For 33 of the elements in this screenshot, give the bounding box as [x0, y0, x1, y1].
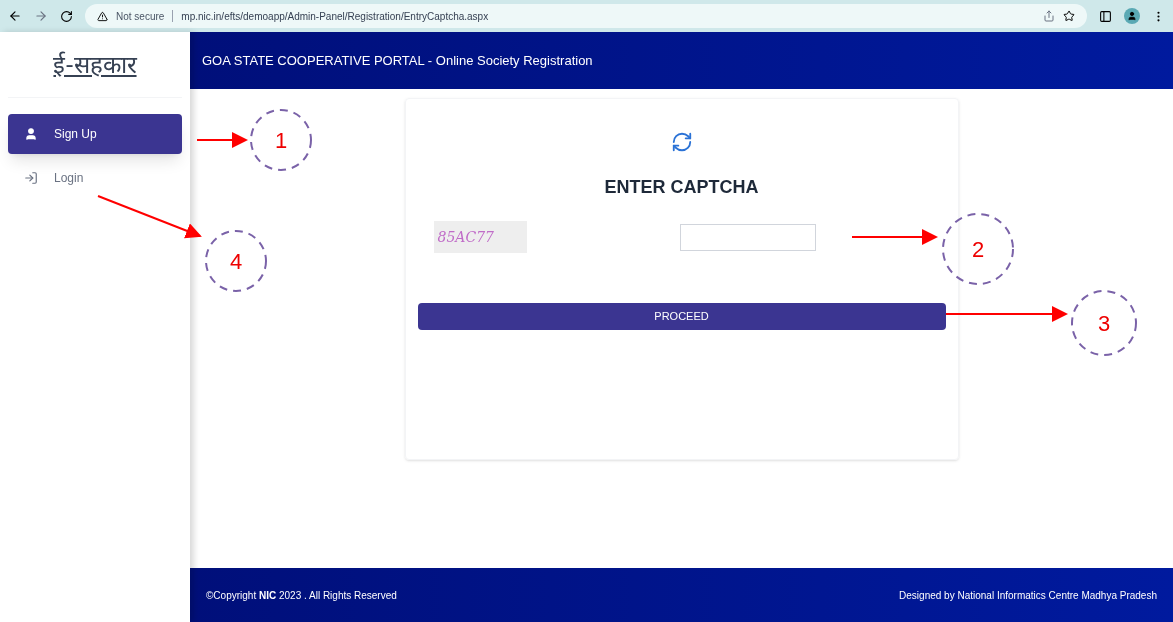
back-icon[interactable]	[8, 9, 22, 23]
address-bar[interactable]: Not secure mp.nic.in/efts/demoapp/Admin-Panel/Registration/EntryCaptcha.aspx	[85, 4, 1087, 28]
annotation-number: 2	[971, 237, 985, 262]
sidebar-item[interactable]: Login	[8, 158, 182, 198]
url-text: mp.nic.in/efts/demoapp/Admin-Panel/Registration/EntryCaptcha.aspx	[181, 9, 489, 24]
dashed-circle	[205, 230, 267, 292]
dashed-circle	[1071, 290, 1137, 356]
share-icon[interactable]	[1043, 10, 1055, 22]
login-icon	[24, 171, 38, 185]
captcha-image: 85AC77	[433, 221, 527, 253]
header-title: GOA STATE COOPERATIVE PORTAL - Online Society Registration	[202, 51, 593, 70]
annotation-number: 3	[1097, 311, 1111, 336]
copyright-text: ©Copyright NIC 2023 . All Rights Reserved	[206, 588, 397, 603]
dashed-circle	[250, 109, 312, 171]
person-icon	[24, 127, 38, 141]
star-icon[interactable]	[1063, 10, 1075, 22]
logo-text: ई-सहकार	[53, 49, 137, 81]
captcha-input[interactable]	[679, 223, 816, 251]
credit-text: Designed by National Informatics Centre Madhya Pradesh	[899, 588, 1157, 603]
card-title: ENTER CAPTCHA	[604, 176, 759, 199]
forward-icon[interactable]	[34, 9, 48, 23]
reload-icon[interactable]	[60, 9, 73, 23]
proceed-button[interactable]: PROCEED	[417, 303, 946, 330]
dashed-circle	[942, 213, 1014, 285]
annotation-number: 4	[229, 249, 243, 274]
sidebar-toggle-icon[interactable]	[1099, 9, 1112, 23]
refresh-icon[interactable]	[670, 131, 693, 153]
security-label: Not secure	[116, 9, 165, 24]
warning-icon	[97, 10, 108, 22]
annotation-number: 1	[274, 128, 288, 153]
avatar-icon[interactable]	[1124, 8, 1140, 24]
annotation-arrow	[196, 132, 248, 148]
sidebar-item[interactable]: Sign Up	[8, 114, 182, 154]
